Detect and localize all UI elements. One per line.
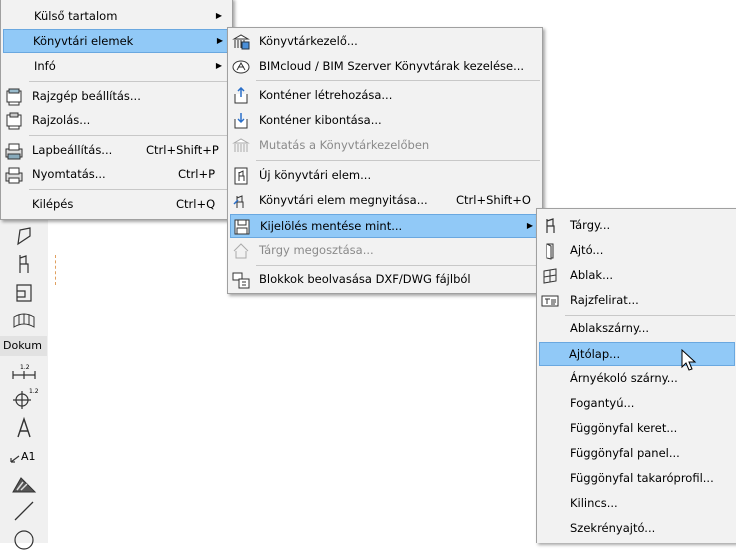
text-tool-icon[interactable] bbox=[8, 416, 40, 440]
library-elements-submenu: Könyvtárkezelő... BIMcloud / BIM Szerver… bbox=[227, 27, 543, 294]
new-library-part-icon bbox=[232, 167, 250, 185]
menu-item-door[interactable]: Ajtó... bbox=[539, 239, 735, 263]
save-selection-icon bbox=[233, 218, 251, 236]
page-setup-icon bbox=[5, 142, 23, 160]
menu-item-window-sash[interactable]: Ablakszárny... bbox=[539, 317, 735, 341]
open-library-part-icon bbox=[232, 192, 250, 210]
menu-separator bbox=[256, 265, 540, 266]
menu-item-door-handle[interactable]: Kilincs... bbox=[539, 492, 735, 516]
zone-tool-icon[interactable] bbox=[8, 281, 40, 305]
submenu-arrow-icon: ▶ bbox=[526, 221, 533, 230]
window-icon bbox=[541, 267, 559, 285]
svg-text:A1: A1 bbox=[21, 450, 36, 463]
plotter-setup-icon bbox=[5, 88, 23, 106]
menu-item-library-elements[interactable]: Könyvtári elemek ▶ bbox=[3, 29, 230, 53]
menu-item-extract-container[interactable]: Konténer kibontása... bbox=[230, 109, 540, 133]
menu-item-window[interactable]: Ablak... bbox=[539, 264, 735, 288]
menu-separator bbox=[256, 160, 540, 161]
menu-separator bbox=[565, 315, 735, 316]
mesh-tool-icon[interactable] bbox=[8, 309, 40, 333]
menu-item-bimcloud-libraries[interactable]: BIMcloud / BIM Szerver Könyvtárak kezelé… bbox=[230, 55, 540, 79]
svg-text:1.2: 1.2 bbox=[20, 364, 30, 371]
toolbox-section-label[interactable]: Dokum bbox=[0, 336, 47, 356]
menu-item-plotter-setup[interactable]: Rajzgép beállítás... bbox=[3, 85, 230, 109]
circle-tool-icon[interactable] bbox=[8, 526, 40, 550]
menu-item-external-content[interactable]: Külső tartalom ▶ bbox=[3, 5, 230, 29]
save-selection-as-submenu: Tárgy... Ajtó... Ablak... Rajzfelirat...… bbox=[536, 208, 736, 543]
menu-item-page-setup[interactable]: Lapbeállítás... Ctrl+Shift+P bbox=[3, 139, 230, 163]
line-tool-icon[interactable] bbox=[8, 499, 40, 523]
menu-item-show-in-library-manager[interactable]: Mutatás a Könyvtárkezelőben bbox=[230, 134, 540, 158]
menu-item-curtain-wall-cap[interactable]: Függönyfal takaróprofil... bbox=[539, 467, 735, 491]
create-container-icon bbox=[232, 87, 250, 105]
submenu-arrow-icon: ▶ bbox=[215, 61, 222, 70]
menu-item-new-library-part[interactable]: Új könyvtári elem... bbox=[230, 164, 540, 188]
file-menu: Külső tartalom ▶ Könyvtári elemek ▶ Infó… bbox=[0, 0, 233, 220]
fill-tool-icon[interactable] bbox=[8, 472, 40, 496]
menu-item-open-library-part[interactable]: Könyvtári elem megnyitása... Ctrl+Shift+… bbox=[230, 189, 540, 213]
menu-item-exit[interactable]: Kilépés Ctrl+Q bbox=[3, 193, 230, 217]
label-tool-icon[interactable]: A1 bbox=[8, 443, 40, 467]
menu-item-cabinet-door[interactable]: Szekrényajtó... bbox=[539, 517, 735, 541]
menu-item-door-leaf[interactable]: Ajtólap... bbox=[539, 342, 735, 366]
menu-item-curtain-wall-panel[interactable]: Függönyfal panel... bbox=[539, 442, 735, 466]
menu-item-import-dxf-blocks[interactable]: Blokkok beolvasása DXF/DWG fájlból bbox=[230, 268, 540, 292]
menu-separator bbox=[29, 189, 230, 190]
bimcloud-icon bbox=[232, 58, 250, 76]
svg-text:1.2: 1.2 bbox=[29, 388, 39, 395]
object-icon bbox=[541, 217, 559, 235]
menu-item-drawing-label[interactable]: Rajzfelirat... bbox=[539, 289, 735, 313]
submenu-arrow-icon: ▶ bbox=[215, 11, 222, 20]
roof-tool-icon[interactable] bbox=[8, 224, 40, 248]
menu-item-handle[interactable]: Fogantyú... bbox=[539, 392, 735, 416]
menu-item-library-manager[interactable]: Könyvtárkezelő... bbox=[230, 30, 540, 54]
dxf-import-icon bbox=[232, 271, 250, 289]
menu-item-object[interactable]: Tárgy... bbox=[539, 214, 735, 238]
menu-separator bbox=[29, 135, 230, 136]
menu-separator bbox=[29, 81, 230, 82]
menu-item-curtain-wall-frame[interactable]: Függönyfal keret... bbox=[539, 417, 735, 441]
menu-item-share-object[interactable]: Tárgy megosztása... bbox=[230, 239, 540, 263]
submenu-arrow-icon: ▶ bbox=[216, 36, 223, 45]
level-dimension-tool-icon[interactable]: 1.2 bbox=[8, 387, 40, 411]
label-icon bbox=[541, 292, 559, 310]
extract-container-icon bbox=[232, 112, 250, 130]
menu-item-info[interactable]: Infó ▶ bbox=[3, 55, 230, 79]
share-object-icon bbox=[232, 242, 250, 260]
show-in-library-icon bbox=[232, 137, 250, 155]
menu-item-create-container[interactable]: Konténer létrehozása... bbox=[230, 84, 540, 108]
menu-item-save-selection-as[interactable]: Kijelölés mentése mint... ▶ bbox=[230, 214, 540, 238]
dimension-tool-icon[interactable]: 1.2 bbox=[8, 361, 40, 385]
mouse-cursor-icon bbox=[681, 349, 697, 371]
printer-icon bbox=[5, 166, 23, 184]
menu-item-plot[interactable]: Rajzolás... bbox=[3, 109, 230, 133]
plot-icon bbox=[5, 112, 23, 130]
menu-item-print[interactable]: Nyomtatás... Ctrl+P bbox=[3, 163, 230, 187]
door-icon bbox=[541, 242, 559, 260]
canvas-marker bbox=[55, 255, 66, 285]
library-manager-icon bbox=[232, 33, 250, 51]
menu-item-shading-leaf[interactable]: Árnyékoló szárny... bbox=[539, 367, 735, 391]
object-tool-icon[interactable] bbox=[8, 252, 40, 276]
menu-separator bbox=[256, 80, 540, 81]
